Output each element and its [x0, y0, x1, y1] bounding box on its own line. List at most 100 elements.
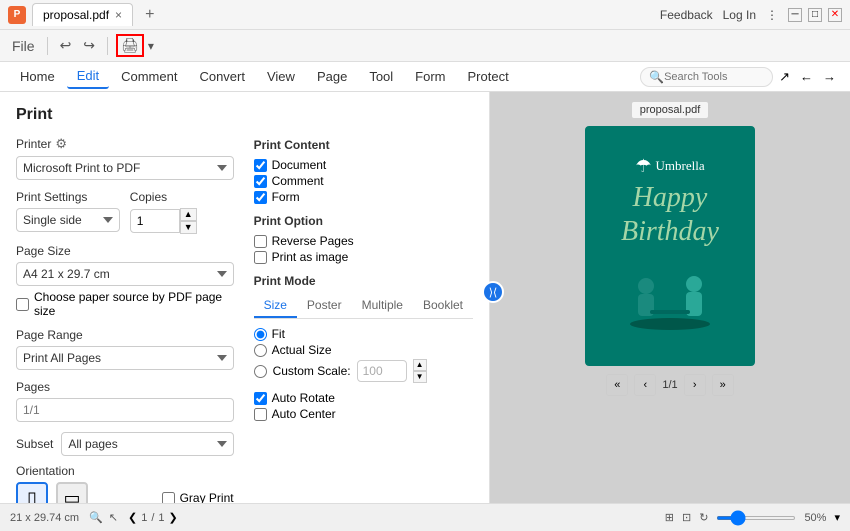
pages-input[interactable] — [16, 398, 234, 422]
brand-name: Umbrella — [656, 158, 705, 174]
export-button[interactable]: ↗ — [775, 67, 794, 87]
auto-rotate-label: Auto Rotate — [272, 391, 335, 405]
menu-home[interactable]: Home — [10, 65, 65, 88]
menu-protect[interactable]: Protect — [458, 65, 519, 88]
search-box[interactable]: 🔍 — [640, 67, 773, 87]
print-panel: Print Printer ⚙ Microsoft Print to PDF — [0, 92, 490, 503]
menu-convert[interactable]: Convert — [189, 65, 255, 88]
menu-form[interactable]: Form — [405, 65, 455, 88]
copies-decrement[interactable]: ▼ — [180, 221, 197, 234]
redo-button[interactable]: ↪ — [79, 35, 99, 56]
app-logo: P — [8, 6, 26, 24]
comment-row: Comment — [254, 174, 473, 188]
mode-tab-booklet[interactable]: Booklet — [413, 294, 473, 318]
printer-select[interactable]: Microsoft Print to PDF — [16, 156, 234, 180]
page-range-select[interactable]: Print All Pages — [16, 346, 234, 370]
nav-first-button[interactable]: « — [606, 374, 628, 396]
new-tab-button[interactable]: + — [139, 6, 160, 24]
close-button[interactable]: ✕ — [828, 8, 842, 22]
menu-view[interactable]: View — [257, 65, 305, 88]
custom-scale-radio[interactable] — [254, 365, 267, 378]
nav-last-button[interactable]: » — [712, 374, 734, 396]
search-input[interactable] — [664, 71, 764, 83]
dimensions-label: 21 x 29.74 cm — [10, 512, 79, 524]
print-option-group: Print Option Reverse Pages Print as imag… — [254, 214, 473, 264]
landscape-button[interactable]: ▭ — [56, 482, 88, 503]
comment-checkbox[interactable] — [254, 175, 267, 188]
scale-increment[interactable]: ▲ — [413, 359, 427, 371]
print-as-image-checkbox[interactable] — [254, 251, 267, 264]
custom-scale-label: Custom Scale: — [273, 364, 351, 378]
printer-gear-icon[interactable]: ⚙ — [55, 136, 67, 152]
gray-print-label: Gray Print — [180, 491, 234, 503]
zoom-dropdown-button[interactable]: ▾ — [834, 511, 840, 524]
printer-label: Printer ⚙ — [16, 136, 234, 152]
menu-edit[interactable]: Edit — [67, 64, 109, 89]
reverse-pages-checkbox[interactable] — [254, 235, 267, 248]
fit-width-icon[interactable]: ⊡ — [682, 511, 691, 524]
umbrella-icon: ☂ — [635, 156, 651, 177]
print-settings-select[interactable]: Single side — [16, 208, 120, 232]
form-row: Form — [254, 190, 473, 204]
toolbar-separator-2 — [107, 37, 108, 55]
zoom-slider[interactable] — [716, 516, 796, 520]
fit-row: Fit — [254, 327, 473, 341]
menu-dots[interactable]: ⋮ — [766, 8, 778, 22]
print-settings-label: Print Settings — [16, 190, 120, 204]
copies-increment[interactable]: ▲ — [180, 208, 197, 221]
maximize-button[interactable]: □ — [808, 8, 822, 22]
nav-prev-button[interactable]: ‹ — [634, 374, 656, 396]
subset-label: Subset — [16, 437, 53, 451]
fit-page-icon[interactable]: ⊞ — [665, 511, 674, 524]
scale-decrement[interactable]: ▼ — [413, 371, 427, 383]
mode-tab-poster[interactable]: Poster — [297, 294, 352, 318]
auto-rotate-checkbox[interactable] — [254, 392, 267, 405]
file-menu-button[interactable]: File — [8, 36, 39, 56]
orientation-row: ▯ ▭ Gray Print — [16, 482, 234, 503]
pages-label: Pages — [16, 380, 234, 394]
print-left-column: Printer ⚙ Microsoft Print to PDF Print S… — [16, 136, 234, 503]
gray-print-checkbox[interactable] — [162, 492, 175, 504]
nav-next-button[interactable]: › — [684, 374, 706, 396]
nav-back-button[interactable]: ← — [796, 67, 817, 86]
subset-select[interactable]: All pages — [61, 432, 233, 456]
cursor-icon-status[interactable]: ↖ — [109, 511, 118, 524]
panel-toggle-button[interactable]: ⟩⟨ — [482, 281, 504, 303]
greeting-line1: Happy — [621, 181, 719, 215]
nav-forward-button[interactable]: → — [819, 67, 840, 86]
actual-size-radio[interactable] — [254, 344, 267, 357]
scale-input[interactable] — [357, 360, 407, 382]
search-icon-status[interactable]: 🔍 — [89, 511, 103, 524]
choose-paper-label: Choose paper source by PDF page size — [34, 290, 234, 318]
tab-close-button[interactable]: × — [115, 8, 122, 22]
status-prev-btn[interactable]: ❮ — [128, 511, 137, 524]
rotate-icon[interactable]: ↻ — [699, 511, 708, 524]
copies-input[interactable] — [130, 209, 180, 233]
feedback-button[interactable]: Feedback — [660, 8, 713, 22]
mode-tab-multiple[interactable]: Multiple — [352, 294, 413, 318]
undo-button[interactable]: ↩ — [56, 35, 76, 56]
menu-page[interactable]: Page — [307, 65, 357, 88]
minimize-button[interactable]: ─ — [788, 8, 802, 22]
status-next-btn[interactable]: ❯ — [169, 511, 178, 524]
menu-comment[interactable]: Comment — [111, 65, 187, 88]
auto-center-checkbox[interactable] — [254, 408, 267, 421]
pages-group: Pages — [16, 380, 234, 422]
active-tab[interactable]: proposal.pdf × — [32, 3, 133, 26]
fit-radio[interactable] — [254, 328, 267, 341]
form-label: Form — [272, 190, 300, 204]
document-checkbox[interactable] — [254, 159, 267, 172]
mode-tab-size[interactable]: Size — [254, 294, 297, 318]
login-button[interactable]: Log In — [723, 8, 756, 22]
print-button[interactable]: 🖨 — [116, 34, 144, 57]
actual-size-row: Actual Size — [254, 343, 473, 357]
print-dialog-title: Print — [16, 106, 473, 124]
menu-tool[interactable]: Tool — [359, 65, 403, 88]
form-checkbox[interactable] — [254, 191, 267, 204]
status-bar: 21 x 29.74 cm 🔍 ↖ ❮ 1/1 ❯ ⊞ ⊡ ↻ 50% ▾ — [0, 503, 850, 531]
page-size-select[interactable]: A4 21 x 29.7 cm — [16, 262, 234, 286]
choose-paper-checkbox[interactable] — [16, 298, 29, 311]
actual-size-label: Actual Size — [272, 343, 332, 357]
toolbar-dropdown-button[interactable]: ▾ — [148, 39, 154, 53]
portrait-button[interactable]: ▯ — [16, 482, 48, 503]
